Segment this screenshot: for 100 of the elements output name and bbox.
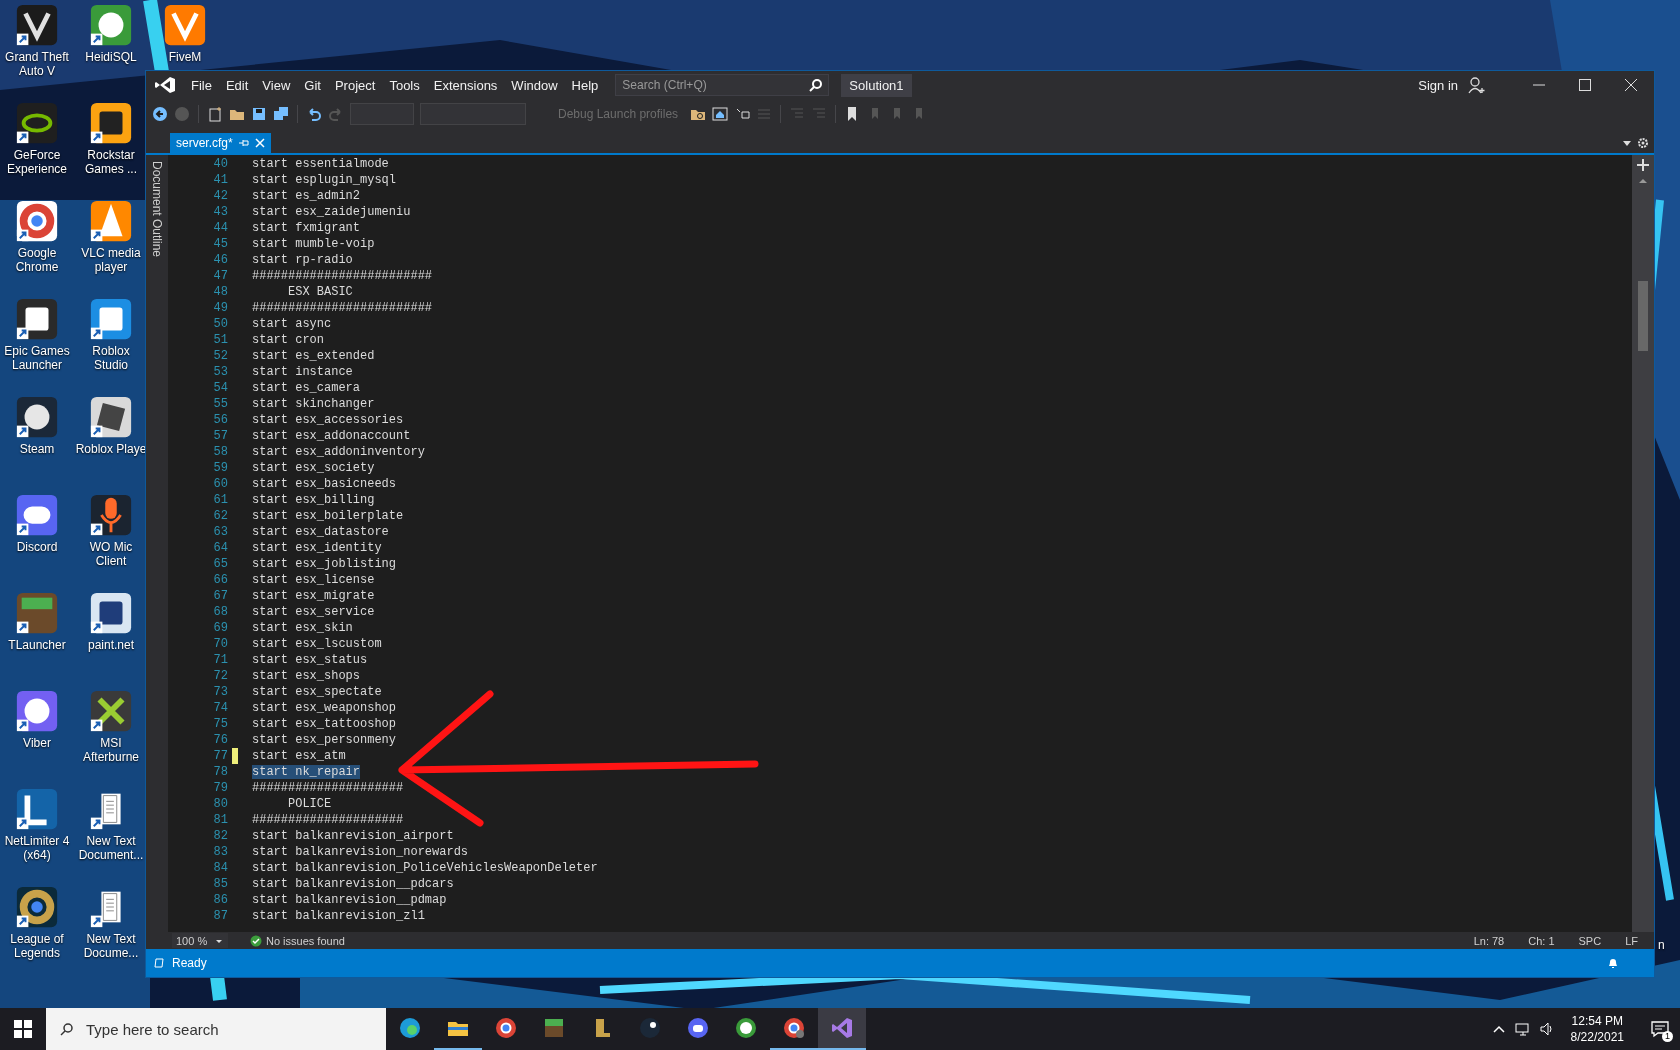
sign-in-link[interactable]: Sign in	[1412, 76, 1464, 94]
icon-label: Epic Games Launcher	[3, 344, 71, 372]
line-number: 79	[212, 781, 228, 795]
menu-item[interactable]: Help	[564, 74, 606, 96]
icon-label: Rockstar Games ...	[84, 148, 138, 176]
line-number: 77	[212, 749, 228, 763]
code-line: start esx_identity	[252, 541, 382, 555]
menu-item[interactable]: File	[184, 74, 219, 96]
line-number: 64	[212, 541, 228, 555]
line-number: 50	[212, 317, 228, 331]
code-line: start balkanrevision_airport	[252, 829, 454, 843]
line-number: 68	[212, 605, 228, 619]
menu-item[interactable]: Extensions	[426, 74, 505, 96]
icon-label: WO Mic Client	[88, 540, 134, 568]
indent-mode[interactable]: SPC	[1578, 934, 1602, 947]
line-number: 59	[212, 461, 228, 475]
code-line: start fxmigrant	[252, 221, 361, 235]
code-line: start skinchanger	[252, 397, 375, 411]
line-position[interactable]: Ln: 78	[1473, 934, 1505, 947]
zoom-dropdown[interactable]: 100 %	[172, 933, 228, 948]
icon-label: New Text Docume...	[82, 932, 140, 960]
code-line: start balkanrevision__pdcars	[252, 877, 454, 891]
line-number: 86	[212, 893, 228, 907]
code-line: start esx_addoninventory	[252, 445, 425, 459]
code-line: start esx_status	[252, 653, 368, 667]
code-line: #########################	[252, 269, 433, 283]
line-number: 85	[212, 877, 228, 891]
code-line: start essentialmode	[252, 157, 389, 171]
code-line: start instance	[252, 365, 353, 379]
issues-status: No issues found	[266, 934, 345, 947]
code-line: start esx_society	[252, 461, 375, 475]
menu-item[interactable]: Window	[504, 74, 565, 96]
icon-label: MSI Afterburne	[81, 736, 140, 764]
code-line: start esx_skin	[252, 621, 353, 635]
code-line: start cron	[252, 333, 324, 347]
code-line: start esx_weaponshop	[252, 701, 397, 715]
line-number: 84	[212, 861, 228, 875]
line-ending[interactable]: LF	[1625, 934, 1638, 947]
code-line: start esx_migrate	[252, 589, 375, 603]
icon-label: FiveM	[167, 50, 203, 64]
column-position[interactable]: Ch: 1	[1528, 934, 1555, 947]
status-text: Ready	[172, 956, 207, 970]
side-panel-tab[interactable]: Document Outline	[150, 161, 164, 258]
line-number: 61	[212, 493, 228, 507]
icon-label: TLauncher	[7, 638, 67, 652]
menu-item[interactable]: Project	[327, 74, 383, 96]
line-number: 67	[212, 589, 228, 603]
icon-label: Grand Theft Auto V	[4, 50, 70, 78]
line-number: 82	[212, 829, 228, 843]
code-line: POLICE	[287, 797, 332, 811]
code-line: start balkanrevision__pdmap	[252, 893, 447, 907]
line-number: 42	[212, 189, 228, 203]
notification-button[interactable]: 1	[1640, 1008, 1680, 1050]
code-line: start esx_lscustom	[252, 637, 382, 651]
menu-item[interactable]: Tools	[382, 74, 427, 96]
line-number: 47	[212, 269, 228, 283]
line-number: 41	[212, 173, 228, 187]
notification-count: 1	[1662, 1031, 1673, 1042]
line-number: 73	[212, 685, 228, 699]
search-field[interactable]: Search (Ctrl+Q)	[615, 74, 830, 96]
code-line: start esx_zaidejumeniu	[252, 205, 411, 219]
code-line: start esx_shops	[252, 669, 361, 683]
line-number: 80	[212, 797, 228, 811]
icon-label: Google Chrome	[14, 246, 60, 274]
code-line: start esx_tattooshop	[252, 717, 397, 731]
menu-item[interactable]: Git	[297, 74, 328, 96]
code-line: start rp-radio	[252, 253, 353, 267]
taskbar-search[interactable]: Type here to search	[46, 1008, 386, 1050]
line-number: 54	[212, 381, 228, 395]
line-number: 69	[212, 621, 228, 635]
line-number: 53	[212, 365, 228, 379]
line-number: 40	[212, 157, 228, 171]
code-line: start mumble-voip	[252, 237, 375, 251]
line-number: 66	[212, 573, 228, 587]
code-line: start esx_datastore	[252, 525, 389, 539]
icon-label: VLC media player	[80, 246, 142, 274]
line-number: 75	[212, 717, 228, 731]
code-line: start esx_basicneeds	[252, 477, 397, 491]
code-line: start esx_accessories	[252, 413, 404, 427]
clock-date[interactable]: 8/22/2021	[1570, 1029, 1624, 1045]
icon-label: New Text Document...	[77, 834, 145, 862]
menu-item[interactable]: View	[255, 74, 298, 96]
line-number: 56	[212, 413, 228, 427]
line-number: 63	[212, 525, 228, 539]
clock-time[interactable]: 12:54 PM	[1571, 1013, 1623, 1029]
code-line: start balkanrevision_norewards	[252, 845, 469, 859]
icon-label: GeForce Experience	[5, 148, 68, 176]
code-line: start esx_joblisting	[252, 557, 397, 571]
code-line: start async	[252, 317, 332, 331]
icon-label: Discord	[15, 540, 59, 554]
code-line: start balkanrevision_PoliceVehiclesWeaponDeleter	[252, 861, 598, 875]
line-number: 57	[212, 429, 228, 443]
line-number: 78	[212, 765, 228, 779]
code-line: ESX BASIC	[287, 285, 353, 299]
line-number: 51	[212, 333, 228, 347]
file-tab[interactable]: server.cfg*	[170, 133, 271, 153]
icon-label: Roblox Studio	[91, 344, 131, 372]
code-line: start esx_license	[252, 573, 375, 587]
menu-item[interactable]: Edit	[218, 74, 256, 96]
code-line: #####################	[252, 813, 404, 827]
